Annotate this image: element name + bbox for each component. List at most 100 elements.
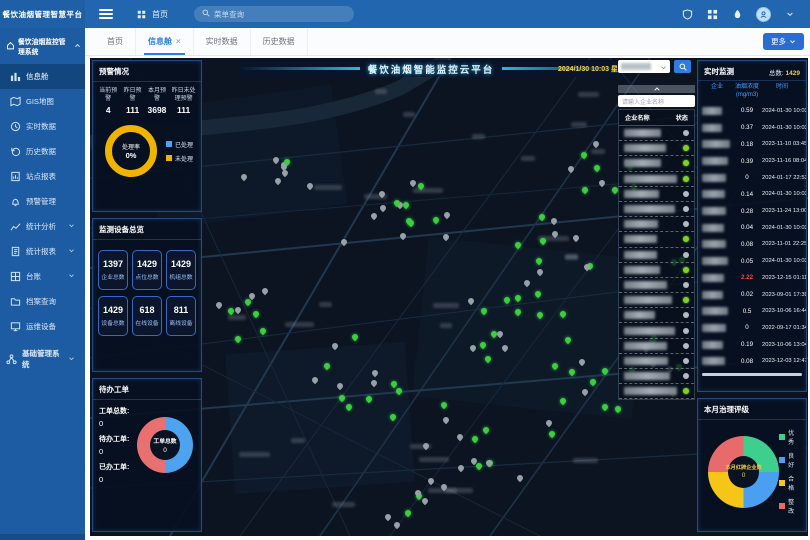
- user-avatar[interactable]: [756, 7, 771, 22]
- list-item[interactable]: [619, 232, 694, 247]
- sidebar-item-map[interactable]: GIS地图: [0, 89, 85, 114]
- sidebar-item-label: 档案查询: [26, 296, 56, 307]
- map-search-button[interactable]: [674, 60, 691, 73]
- device-card[interactable]: 811离线设备: [166, 296, 196, 336]
- company-list-collapse[interactable]: [618, 85, 695, 93]
- status-dot: [683, 130, 689, 136]
- sidebar-footer: [0, 534, 85, 540]
- menu-toggle-icon[interactable]: [99, 9, 113, 19]
- workorder-stat-label: 已办工单:: [99, 462, 129, 472]
- concentration-value: 0.18: [734, 141, 760, 148]
- table-row[interactable]: 02022-09-17 01:34:00: [698, 320, 806, 337]
- table-row[interactable]: 0.042024-01-30 10:03:00: [698, 219, 806, 236]
- company-name-blurred: [702, 224, 724, 232]
- list-item[interactable]: [619, 126, 694, 141]
- horizontal-scrollbar[interactable]: [702, 373, 802, 376]
- company-name-blurred: [624, 159, 661, 167]
- sidebar-item-archive[interactable]: 档案查询: [0, 289, 85, 314]
- menu-search-input[interactable]: 菜单查询: [194, 6, 354, 22]
- device-card[interactable]: 1429设备总数: [98, 296, 128, 336]
- company-name-blurred: [624, 190, 659, 198]
- map-label-blurred: [332, 502, 355, 507]
- table-row[interactable]: 0.022023-09-01 17:39:00: [698, 286, 806, 303]
- table-row[interactable]: 0.392023-11-16 08:04:00: [698, 153, 806, 170]
- legend-item: 整改: [779, 497, 800, 515]
- rating-panel: 本月治理评级 本月红牌企业数 0 优秀良好合格整改: [697, 398, 807, 532]
- list-item[interactable]: [619, 156, 694, 171]
- list-item[interactable]: [619, 384, 694, 399]
- company-rows: [619, 126, 694, 399]
- list-item[interactable]: [619, 248, 694, 263]
- list-item[interactable]: [619, 278, 694, 293]
- apps-grid-icon[interactable]: [706, 8, 719, 21]
- device-card[interactable]: 618在线设备: [132, 296, 162, 336]
- alert-stat-label: 当前预警: [97, 88, 119, 103]
- list-item[interactable]: [619, 354, 694, 369]
- sidebar-item-report[interactable]: 统计报表: [0, 239, 85, 264]
- list-item[interactable]: [619, 187, 694, 202]
- table-row[interactable]: 0.182023-11-10 03:45:00: [698, 136, 806, 153]
- shield-icon[interactable]: [681, 8, 694, 21]
- tab-首页[interactable]: 首页: [95, 28, 136, 55]
- sidebar-item-history[interactable]: 历史数据: [0, 139, 85, 164]
- close-icon[interactable]: ×: [176, 37, 181, 46]
- sidebar-item-dashboard[interactable]: 信息舱: [0, 64, 85, 89]
- table-row[interactable]: 0.372024-01-30 10:03:00: [698, 119, 806, 136]
- list-item[interactable]: [619, 339, 694, 354]
- table-row[interactable]: 0.082023-11-01 22:25:00: [698, 236, 806, 253]
- sidebar-item-analysis[interactable]: 统计分析: [0, 214, 85, 239]
- map-label-blurred: [591, 149, 605, 154]
- reading-time: 2023-11-16 08:04:00: [762, 158, 806, 164]
- table-row[interactable]: 0.142024-01-30 10:03:00: [698, 186, 806, 203]
- table-row[interactable]: 0.52023-10-06 16:44:00: [698, 303, 806, 320]
- status-dot: [683, 252, 689, 258]
- device-card[interactable]: 1397企业总数: [98, 250, 128, 290]
- more-button[interactable]: 更多: [763, 33, 804, 50]
- sidebar-item-label: 历史数据: [26, 146, 56, 157]
- list-item[interactable]: [619, 323, 694, 338]
- sidebar-item-station-report[interactable]: 站点报表: [0, 164, 85, 189]
- list-item[interactable]: [619, 202, 694, 217]
- company-search-input[interactable]: 请输入企业名称: [618, 95, 695, 107]
- company-search-placeholder: 请输入企业名称: [622, 97, 664, 106]
- sidebar-item-alert-manage[interactable]: 预警管理: [0, 189, 85, 214]
- legend-label: 优秀: [788, 428, 800, 446]
- table-row[interactable]: 0.592024-01-30 10:03:00: [698, 103, 806, 120]
- map-label-blurred: [285, 322, 314, 327]
- user-menu-chevron-icon[interactable]: [783, 8, 796, 21]
- list-item[interactable]: [619, 369, 694, 384]
- device-card[interactable]: 1429点位总数: [132, 250, 162, 290]
- sidebar-item-system[interactable]: 基础管理系统: [0, 341, 85, 377]
- status-dot: [683, 388, 689, 394]
- tab-信息舱[interactable]: 信息舱×: [136, 28, 194, 55]
- realtime-rows: 0.592024-01-30 10:03:000.372024-01-30 10…: [698, 103, 806, 371]
- sidebar-item-device[interactable]: 运维设备: [0, 314, 85, 339]
- alert-stat-label: 本月预警: [146, 88, 168, 103]
- table-row[interactable]: 2.222023-12-15 01:11:00: [698, 269, 806, 286]
- sidebar-item-ledger[interactable]: 台账: [0, 264, 85, 289]
- region-select[interactable]: [618, 60, 670, 73]
- company-name-blurred: [624, 281, 667, 289]
- table-row[interactable]: 0.192023-10-06 13:04:00: [698, 336, 806, 353]
- report-icon: [10, 246, 21, 257]
- list-item[interactable]: [619, 141, 694, 156]
- table-row[interactable]: 0.082023-12-03 12:47:00: [698, 353, 806, 370]
- tab-实时数据[interactable]: 实时数据: [194, 28, 251, 55]
- flame-icon[interactable]: [731, 8, 744, 21]
- list-item[interactable]: [619, 217, 694, 232]
- tab-历史数据[interactable]: 历史数据: [251, 28, 308, 55]
- region-select-value-blurred: [621, 63, 651, 70]
- list-item[interactable]: [619, 308, 694, 323]
- sidebar-item-realtime[interactable]: 实时数据: [0, 114, 85, 139]
- breadcrumb[interactable]: 首页: [135, 8, 168, 21]
- list-item[interactable]: [619, 293, 694, 308]
- list-item[interactable]: [619, 172, 694, 187]
- device-card-value: 1429: [168, 259, 194, 269]
- table-row[interactable]: 02024-01-17 22:53:00: [698, 169, 806, 186]
- device-card[interactable]: 1429机组总数: [166, 250, 196, 290]
- company-name-blurred: [702, 107, 722, 115]
- list-item[interactable]: [619, 263, 694, 278]
- table-row[interactable]: 0.052024-01-30 10:03:00: [698, 253, 806, 270]
- sidebar-system-header[interactable]: 餐饮油烟监控管理系统: [0, 28, 85, 64]
- table-row[interactable]: 0.282023-11-24 13:00:00: [698, 203, 806, 220]
